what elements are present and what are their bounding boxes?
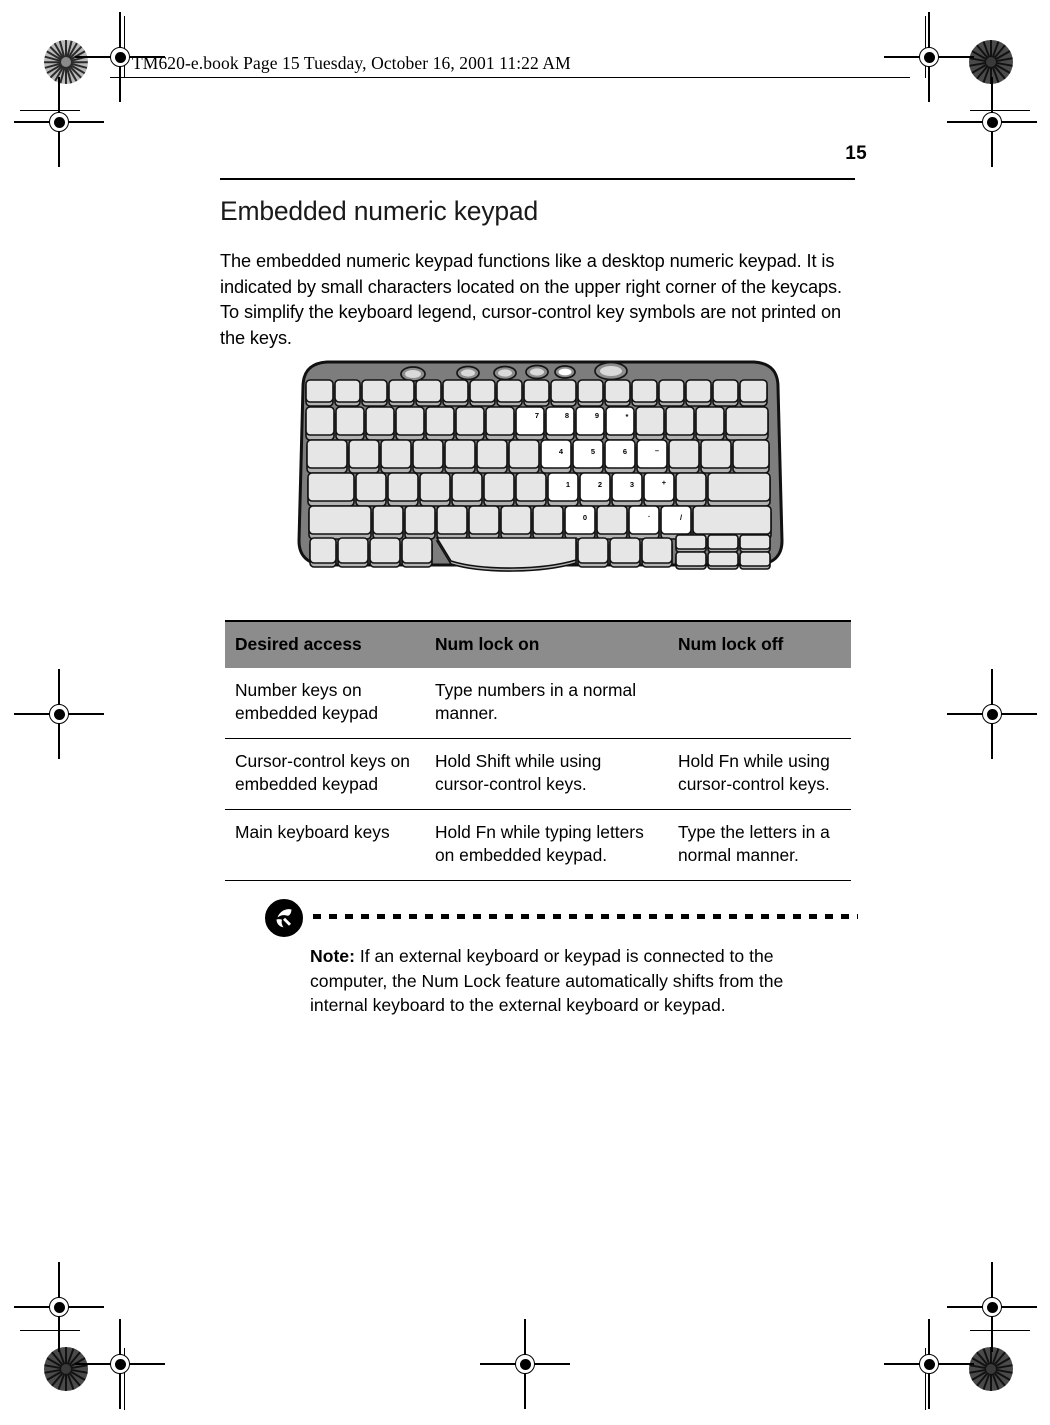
trim-line-top-right-v <box>925 16 927 78</box>
cell-num-lock-off <box>668 668 851 739</box>
keyboard-row-qwerty: 4 5 6 – <box>306 439 770 474</box>
keypad-key-7: 7 <box>535 411 539 420</box>
page-content: Embedded numeric keypad The embedded num… <box>220 196 860 351</box>
note-label: Note: <box>310 946 355 966</box>
note-header <box>264 898 858 944</box>
intro-paragraph: The embedded numeric keypad functions li… <box>220 251 842 348</box>
keypad-key-period: . <box>648 510 650 519</box>
trim-line-top-left-v <box>124 16 126 78</box>
table-row: Main keyboard keys Hold Fn while typing … <box>225 809 851 881</box>
trim-line-left-bottom-h <box>20 1330 80 1332</box>
cell-num-lock-off: Type the letters in a normal manner. <box>668 809 851 881</box>
density-burst-bottom-right <box>969 1347 1013 1391</box>
note-body-text: If an external keyboard or keypad is con… <box>310 946 784 1015</box>
table-row: Cursor-control keys on embedded keypad H… <box>225 738 851 810</box>
page-title: Embedded numeric keypad <box>220 196 539 226</box>
density-burst-bottom-left <box>44 1347 88 1391</box>
folio-rule <box>220 178 855 180</box>
keypad-key-6: 6 <box>623 447 627 456</box>
keyboard-illustration: .body { fill:#7d7d7d; stroke:#111; strok… <box>297 360 784 572</box>
cell-num-lock-off: Hold Fn while using cursor-control keys. <box>668 738 851 810</box>
density-burst-top-right <box>969 40 1013 84</box>
cell-num-lock-on: Hold Shift while using cursor-control ke… <box>425 738 668 810</box>
registration-mark-bottom-right <box>884 1319 974 1409</box>
registration-mark-lower-right <box>947 1262 1037 1352</box>
keyboard-row-shift: 0 . / <box>308 505 772 540</box>
keyboard-figure: .body { fill:#7d7d7d; stroke:#111; strok… <box>293 357 788 572</box>
keyboard-row-home: 1 2 3 + <box>307 472 771 507</box>
trim-line-left-top-h <box>20 110 80 112</box>
trim-line-bottom-left-v <box>124 1348 126 1410</box>
keypad-key-3: 3 <box>630 480 634 489</box>
trim-line-bottom-right-v <box>925 1348 927 1410</box>
registration-mark-top-right <box>884 12 974 102</box>
note-body: Note: If an external keyboard or keypad … <box>264 944 824 1018</box>
cell-access: Number keys on embedded keypad <box>225 668 425 739</box>
registration-mark-middle-right <box>947 669 1037 759</box>
keyboard-row-function <box>305 379 768 407</box>
density-burst-top-left <box>44 40 88 84</box>
numlock-behavior-table: Desired access Num lock on Num lock off … <box>225 620 851 881</box>
keypad-key-plus: + <box>662 478 667 487</box>
table-header: Desired access Num lock on Num lock off <box>225 621 851 668</box>
registration-mark-middle-left <box>14 669 104 759</box>
keypad-key-minus: – <box>655 446 659 455</box>
registration-mark-upper-left <box>14 77 104 167</box>
registration-mark-lower-left <box>14 1262 104 1352</box>
keyboard-row-bottom <box>309 534 771 572</box>
print-header-filename: TM620-e.book Page 15 Tuesday, October 16… <box>132 53 571 73</box>
table-header-row: Desired access Num lock on Num lock off <box>225 621 851 668</box>
note-pen-icon <box>265 899 303 937</box>
keypad-key-8: 8 <box>565 411 569 420</box>
column-header-num-lock-on: Num lock on <box>425 621 668 668</box>
keypad-key-2: 2 <box>598 480 602 489</box>
trim-line-right-top-h <box>970 110 1030 112</box>
table-row: Number keys on embedded keypad Type numb… <box>225 668 851 739</box>
keypad-key-9: 9 <box>595 411 599 420</box>
trim-line-right-bottom-h <box>970 1330 1030 1332</box>
keypad-key-0: 0 <box>583 513 587 522</box>
header-rule <box>110 77 910 79</box>
keypad-key-1: 1 <box>566 480 570 489</box>
cell-access: Cursor-control keys on embedded keypad <box>225 738 425 810</box>
cell-access: Main keyboard keys <box>225 809 425 881</box>
note-dotted-divider <box>313 914 858 919</box>
numlock-behavior-table-wrapper: Desired access Num lock on Num lock off … <box>225 620 851 881</box>
cell-num-lock-on: Type numbers in a normal manner. <box>425 668 668 739</box>
keyboard-row-numbers: 7 8 9 * <box>305 406 769 441</box>
table-body: Number keys on embedded keypad Type numb… <box>225 668 851 881</box>
registration-mark-upper-right <box>947 77 1037 167</box>
keypad-key-5: 5 <box>591 447 595 456</box>
registration-mark-bottom-center <box>480 1319 570 1409</box>
column-header-num-lock-off: Num lock off <box>668 621 851 668</box>
arrow-key-cluster <box>675 534 771 570</box>
page-number: 15 <box>845 143 867 164</box>
cell-num-lock-on: Hold Fn while typing letters on embedded… <box>425 809 668 881</box>
registration-mark-bottom-left <box>75 1319 165 1409</box>
note-callout: Note: If an external keyboard or keypad … <box>264 898 858 1018</box>
column-header-desired-access: Desired access <box>225 621 425 668</box>
keypad-key-asterisk: * <box>626 412 629 421</box>
